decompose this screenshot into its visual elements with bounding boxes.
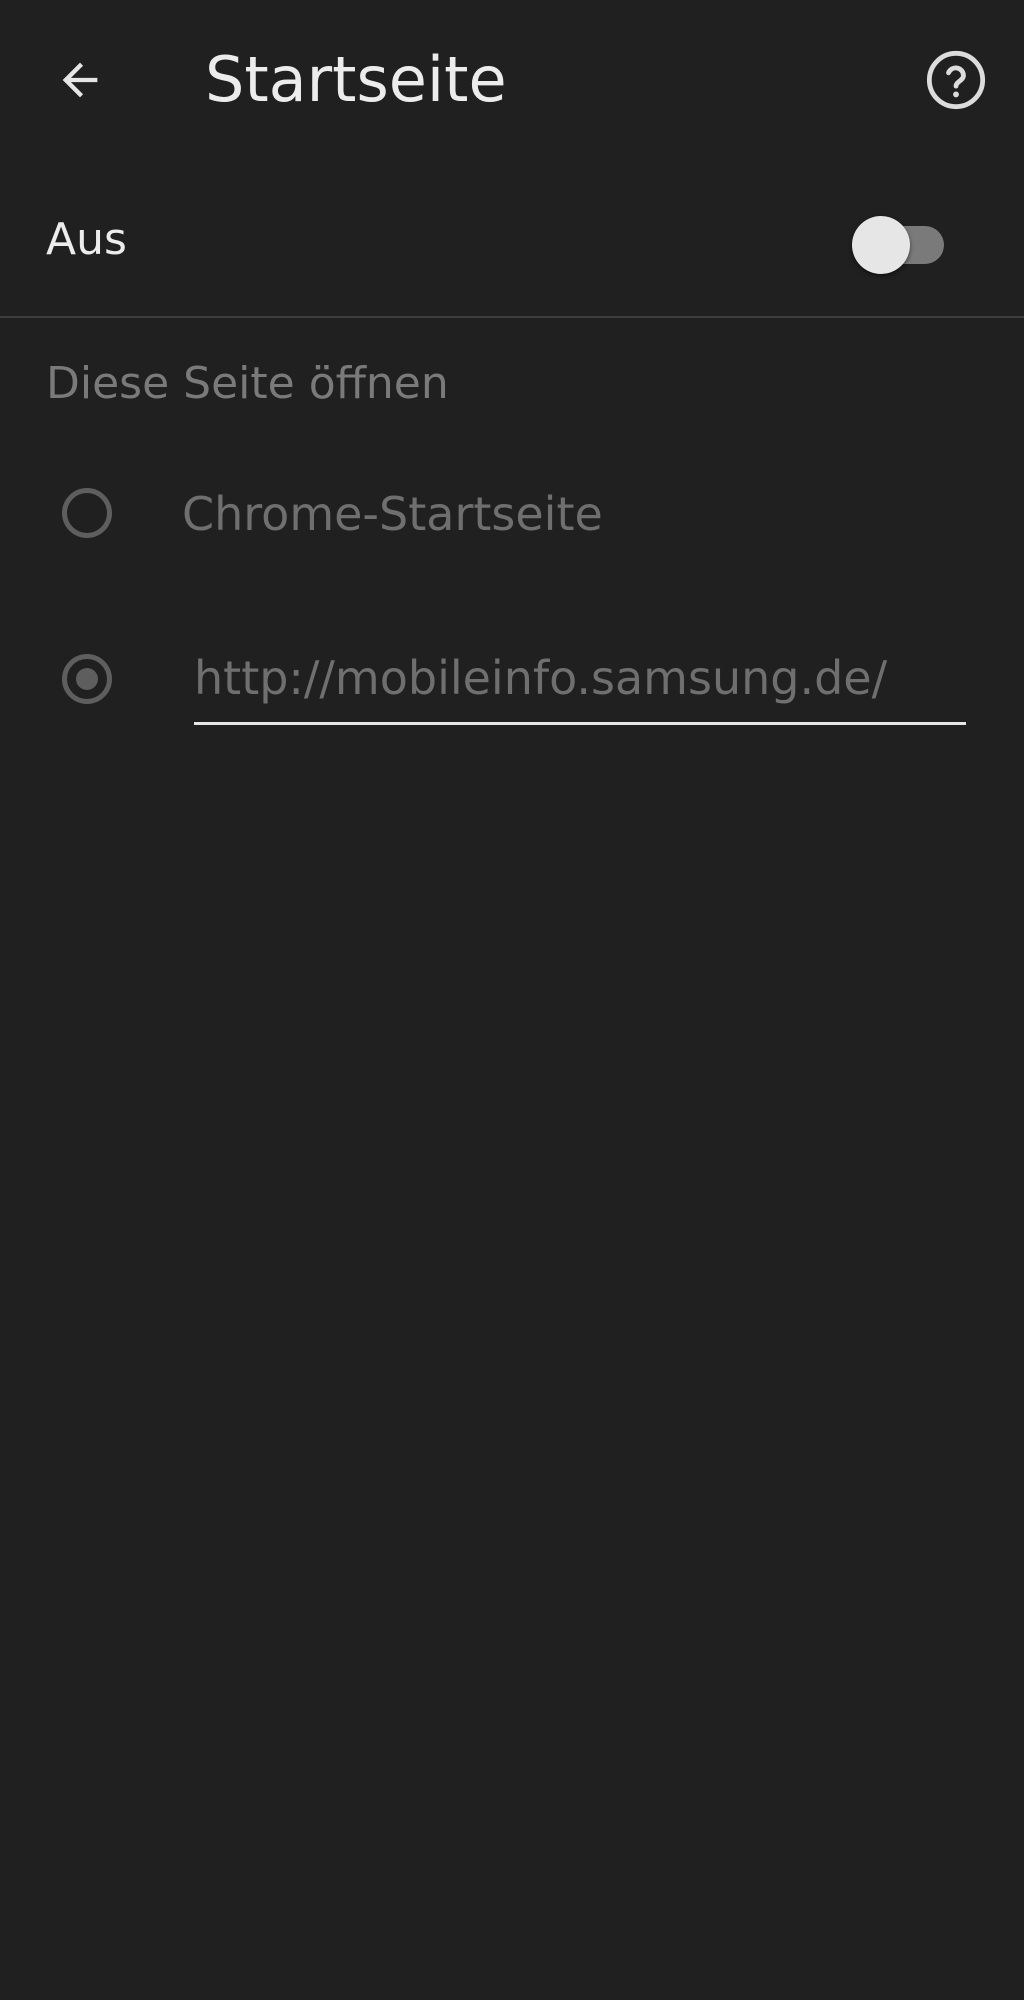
option-custom-url[interactable]: http://mobileinfo.samsung.de/ [0,616,1024,756]
custom-url-value: http://mobileinfo.samsung.de/ [194,651,888,705]
custom-url-input[interactable]: http://mobileinfo.samsung.de/ [194,648,966,725]
toggle-thumb [852,216,910,274]
help-circle-icon [926,50,986,110]
master-switch-label: Aus [46,214,127,265]
arrow-left-icon [62,62,98,98]
radio-button-custom-url[interactable] [62,654,112,704]
radio-selected-dot [76,668,98,690]
option-label-chrome-homepage: Chrome-Startseite [182,487,603,541]
radio-button-chrome-homepage[interactable] [62,488,112,538]
homepage-toggle[interactable] [852,208,948,274]
back-button[interactable] [40,40,120,120]
help-button[interactable] [916,40,996,120]
input-underline [194,722,966,725]
section-header: Diese Seite öffnen [46,358,449,409]
app-bar: Startseite [0,0,1024,160]
option-chrome-homepage[interactable]: Chrome-Startseite [0,450,1024,590]
page-title: Startseite [205,43,507,116]
divider [0,316,1024,318]
homepage-master-switch-row[interactable]: Aus [0,180,1024,298]
